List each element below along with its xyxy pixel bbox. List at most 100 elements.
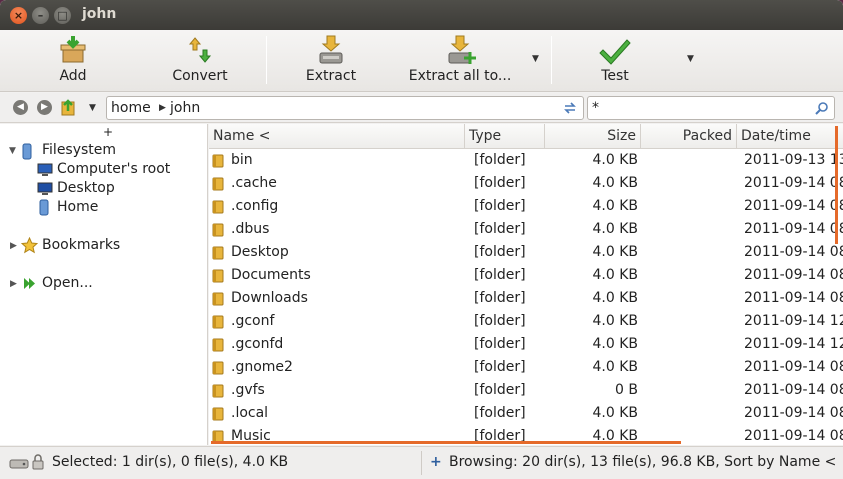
table-row[interactable]: .local [folder] 4.0 KB 2011-09-14 08:: [209, 402, 843, 425]
file-type: [folder]: [474, 405, 526, 421]
folder-icon: [212, 315, 224, 329]
status-plus-icon[interactable]: +: [430, 454, 442, 470]
file-size: 4.0 KB: [592, 290, 639, 306]
status-bar: Selected: 1 dir(s), 0 file(s), 4.0 KB + …: [0, 446, 843, 479]
test-dropdown-icon[interactable]: ▼: [687, 54, 694, 64]
file-type: [folder]: [474, 175, 526, 191]
file-list-header: Name < Type Size Packed Date/time: [209, 124, 843, 149]
search-icon[interactable]: [815, 101, 829, 115]
back-arrow-icon[interactable]: ◀: [13, 100, 28, 115]
drive-icon: [9, 459, 29, 469]
table-row[interactable]: .gnome2 [folder] 4.0 KB 2011-09-14 08:: [209, 356, 843, 379]
tree-item-home[interactable]: Home: [57, 199, 98, 215]
file-name: .dbus: [231, 221, 270, 237]
scroll-indicator-horizontal[interactable]: [211, 441, 681, 444]
path-breadcrumb[interactable]: home ▶ john: [106, 96, 584, 120]
file-name: .gconfd: [231, 336, 284, 352]
column-header-type[interactable]: Type: [465, 124, 545, 149]
status-browsing: Browsing: 20 dir(s), 13 file(s), 96.8 KB…: [449, 454, 837, 470]
table-row[interactable]: .dbus [folder] 4.0 KB 2011-09-14 08:: [209, 218, 843, 241]
expand-arrow-icon[interactable]: ▶: [10, 279, 17, 289]
file-datetime: 2011-09-14 08:: [744, 221, 843, 237]
status-selected: Selected: 1 dir(s), 0 file(s), 4.0 KB: [52, 454, 289, 470]
table-row[interactable]: Downloads [folder] 4.0 KB 2011-09-14 08:: [209, 287, 843, 310]
title-bar: × – □ john: [0, 0, 843, 30]
tree-expander[interactable]: +: [103, 125, 113, 139]
tree-item-desktop[interactable]: Desktop: [57, 180, 115, 196]
folder-icon: [212, 223, 224, 237]
file-datetime: 2011-09-14 08:: [744, 428, 843, 444]
history-dropdown-icon[interactable]: ▼: [89, 103, 96, 113]
file-datetime: 2011-09-14 08:: [744, 175, 843, 191]
file-name: .gnome2: [231, 359, 293, 375]
column-header-name[interactable]: Name <: [209, 124, 465, 149]
table-row[interactable]: .gconfd [folder] 4.0 KB 2011-09-14 12:: [209, 333, 843, 356]
tree-item-filesystem[interactable]: Filesystem: [42, 142, 116, 158]
file-name: bin: [231, 152, 253, 168]
expand-arrow-icon[interactable]: ▼: [9, 146, 16, 156]
location-bar: ◀ ▶ ▼ home ▶ john *: [0, 93, 843, 123]
file-type: [folder]: [474, 290, 526, 306]
column-header-size[interactable]: Size: [545, 124, 641, 149]
column-header-datetime[interactable]: Date/time: [737, 124, 843, 149]
extract-all-dropdown-icon[interactable]: ▼: [532, 54, 539, 64]
folder-icon: [212, 154, 224, 168]
scroll-indicator-vertical[interactable]: [835, 126, 838, 244]
file-size: 4.0 KB: [592, 198, 639, 214]
table-row[interactable]: .config [folder] 4.0 KB 2011-09-14 08:: [209, 195, 843, 218]
breadcrumb-separator-icon: ▶: [159, 103, 166, 113]
maximize-window-button[interactable]: □: [54, 7, 71, 24]
table-row[interactable]: .gconf [folder] 4.0 KB 2011-09-14 12:: [209, 310, 843, 333]
filesystem-icon: [22, 143, 32, 160]
file-name: Downloads: [231, 290, 308, 306]
file-packed: [641, 287, 736, 310]
table-row[interactable]: .cache [folder] 4.0 KB 2011-09-14 08:: [209, 172, 843, 195]
table-row[interactable]: .gvfs [folder] 0 B 2011-09-14 08:: [209, 379, 843, 402]
file-datetime: 2011-09-14 12:: [744, 313, 843, 329]
test-button[interactable]: Test: [590, 34, 640, 88]
file-packed: [641, 310, 736, 333]
up-folder-icon[interactable]: [60, 98, 76, 116]
file-name: .gconf: [231, 313, 275, 329]
file-datetime: 2011-09-14 08:: [744, 267, 843, 283]
refresh-icon[interactable]: [563, 101, 577, 115]
breadcrumb-john[interactable]: john: [170, 100, 200, 116]
window-title: john: [82, 6, 117, 22]
convert-button[interactable]: Convert: [160, 34, 240, 88]
table-row[interactable]: Desktop [folder] 4.0 KB 2011-09-14 08:: [209, 241, 843, 264]
folder-icon: [212, 177, 224, 191]
table-row[interactable]: bin [folder] 4.0 KB 2011-09-13 13:: [209, 149, 843, 172]
tree-item-computers-root[interactable]: Computer's root: [57, 161, 170, 177]
file-packed: [641, 264, 736, 287]
column-header-packed[interactable]: Packed: [641, 124, 737, 149]
breadcrumb-home[interactable]: home: [111, 100, 151, 116]
forward-arrow-icon[interactable]: ▶: [37, 100, 52, 115]
minimize-window-button[interactable]: –: [32, 7, 49, 24]
extract-button[interactable]: Extract: [300, 34, 362, 88]
tree-item-bookmarks[interactable]: Bookmarks: [42, 237, 120, 253]
lock-icon[interactable]: [32, 454, 44, 470]
file-packed: [641, 149, 736, 172]
file-type: [folder]: [474, 198, 526, 214]
file-size: 4.0 KB: [592, 336, 639, 352]
file-size: 4.0 KB: [592, 175, 639, 191]
folder-icon: [212, 200, 224, 214]
file-datetime: 2011-09-14 12:: [744, 336, 843, 352]
file-type: [folder]: [474, 382, 526, 398]
table-row[interactable]: Documents [folder] 4.0 KB 2011-09-14 08:: [209, 264, 843, 287]
file-datetime: 2011-09-14 08:: [744, 382, 843, 398]
toolbar-separator: [551, 36, 552, 84]
extract-all-to-button[interactable]: Extract all to...: [405, 34, 515, 88]
expand-arrow-icon[interactable]: ▶: [10, 241, 17, 251]
file-type: [folder]: [474, 336, 526, 352]
tree-item-open[interactable]: Open...: [42, 275, 93, 291]
folder-icon: [212, 338, 224, 352]
close-window-button[interactable]: ×: [10, 7, 27, 24]
add-button[interactable]: Add: [40, 34, 106, 88]
file-name: Desktop: [231, 244, 289, 260]
folder-icon: [212, 246, 224, 260]
convert-icon: [188, 37, 212, 63]
filter-input[interactable]: *: [587, 96, 835, 120]
file-size: 0 B: [615, 382, 638, 398]
file-type: [folder]: [474, 244, 526, 260]
